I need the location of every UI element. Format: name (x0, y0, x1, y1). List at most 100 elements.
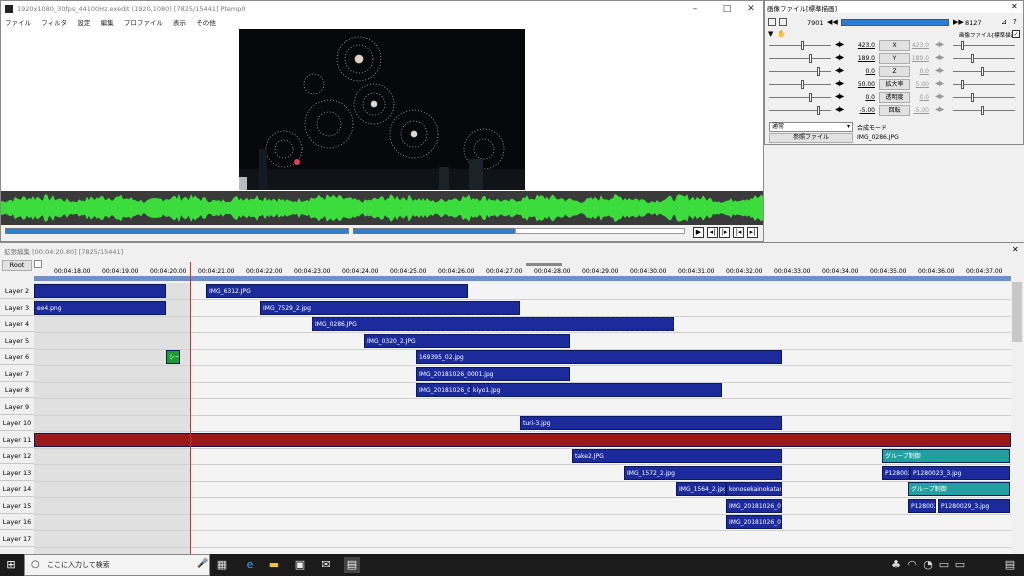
param-value-right[interactable]: 0.0 (905, 94, 929, 101)
layer-label[interactable]: Layer 5 (0, 332, 34, 349)
timeline-clip[interactable]: ee4.png (34, 300, 166, 315)
menu-other[interactable]: その他 (196, 17, 216, 29)
battery-icon[interactable]: ▭ (936, 557, 952, 573)
layer-label[interactable]: Layer 8 (0, 382, 34, 398)
param-slider-right[interactable] (953, 110, 1015, 111)
timeline-clip[interactable] (34, 432, 1011, 447)
param-slider-thumb-right[interactable] (981, 106, 984, 115)
close-icon[interactable]: ✕ (741, 3, 761, 15)
menu-settings[interactable]: 設定 (77, 17, 90, 29)
param-slider-left[interactable] (769, 58, 831, 59)
param-slider-left[interactable] (769, 71, 831, 72)
timeline-clip[interactable]: P128002 (882, 465, 910, 480)
timeline-clip[interactable]: IMG_6312.JPG (206, 284, 468, 298)
notification-icon[interactable]: ▤ (1002, 557, 1018, 573)
menu-view[interactable]: 表示 (173, 17, 186, 29)
timeline-clip[interactable]: グループ制御 (908, 482, 1010, 496)
param-value-left[interactable]: 0.0 (851, 68, 875, 75)
param-arrows-right[interactable]: ◀|▶ (935, 54, 944, 61)
layer-toggle-icon[interactable] (34, 260, 42, 268)
next-key-icon[interactable]: ▶▶ (953, 18, 964, 26)
param-arrows-right[interactable]: ◀|▶ (935, 41, 944, 48)
param-value-right[interactable]: 189.0 (905, 55, 929, 62)
aviutl-taskbar-icon[interactable]: ▤ (344, 557, 360, 573)
layer-label[interactable]: Layer 2 (0, 283, 34, 299)
frame-range-bar[interactable] (841, 19, 949, 26)
param-arrows-right[interactable]: ◀|▶ (935, 93, 944, 100)
main-titlebar[interactable]: 1920x1080_30fps_44100Hz.exedit (1920,108… (1, 1, 763, 17)
maximize-icon[interactable]: □ (717, 3, 737, 15)
layer-label[interactable]: Layer 6 (0, 349, 34, 365)
param-slider-thumb[interactable] (817, 67, 820, 76)
menu-edit[interactable]: 編集 (101, 17, 114, 29)
minimize-icon[interactable]: – (685, 3, 705, 15)
timeline-clip[interactable]: IMG_1572_2.jpg (624, 465, 782, 480)
layer-label[interactable]: Layer 17 (0, 530, 34, 547)
layer-label[interactable]: Layer 7 (0, 365, 34, 382)
edge-browser-icon[interactable]: e (242, 557, 258, 573)
param-value-left[interactable]: 0.0 (851, 94, 875, 101)
param-value-right[interactable]: 423.0 (905, 42, 929, 49)
go-start-icon[interactable]: |◂ (733, 227, 744, 238)
blend-mode-select[interactable]: 通常 ▾ (769, 122, 853, 132)
step-back-icon[interactable]: ◂| (707, 227, 718, 238)
param-value-left[interactable]: 423.0 (851, 42, 875, 49)
timeline-tickband[interactable] (34, 276, 1011, 281)
timeline-clip[interactable]: IMG_0286.JPG (312, 317, 674, 331)
param-arrows-right[interactable]: ◀|▶ (935, 80, 944, 87)
param-value-left[interactable]: 50.00 (851, 81, 875, 88)
param-slider-thumb[interactable] (809, 93, 812, 102)
param-value-right[interactable]: 5.00 (905, 81, 929, 88)
param-slider-left[interactable] (769, 97, 831, 98)
timeline-hscroll[interactable] (526, 263, 562, 266)
param-value-right[interactable]: -5.00 (905, 107, 929, 114)
mail-icon[interactable]: ✉ (318, 557, 334, 573)
timeline-clip[interactable]: kiyo1.jpg (470, 383, 722, 397)
param-slider-thumb[interactable] (801, 41, 804, 50)
network-icon[interactable]: ◠ (904, 557, 920, 573)
param-slider-left[interactable] (769, 45, 831, 46)
timeline-clip[interactable]: 169395_02.jpg (416, 350, 782, 364)
param-value-left[interactable]: 189.0 (851, 55, 875, 62)
layer-label[interactable]: Layer 14 (0, 481, 34, 497)
timeline-clip[interactable]: IMG_20181026_0001.jpg (416, 366, 570, 381)
timeline-vscroll[interactable] (1012, 282, 1022, 342)
close-icon[interactable]: ✕ (1011, 2, 1018, 11)
volume-icon[interactable]: ◔ (920, 557, 936, 573)
param-slider-left[interactable] (769, 84, 831, 85)
timeline-clip[interactable]: シー (166, 350, 180, 364)
playhead-cursor[interactable] (190, 262, 191, 554)
timeline-clip[interactable]: P1280029_3.jpg (938, 498, 1010, 513)
param-arrows-left[interactable]: ◀|▶ (835, 106, 844, 113)
timeline-tracks[interactable]: IMG_6312.JPG ee4.png IMG_7529_2.jpg IMG_028… (34, 283, 1011, 555)
seek-bar-right[interactable] (353, 228, 515, 234)
param-slider-thumb-right[interactable] (961, 80, 964, 89)
timeline-clip[interactable]: IMG_7529_2.jpg (260, 300, 520, 315)
param-value-left[interactable]: -5.00 (851, 107, 875, 114)
layer-label[interactable]: Layer 3 (0, 299, 34, 316)
layer-label[interactable]: Layer 4 (0, 316, 34, 332)
windows-start-icon[interactable]: ⊞ (3, 557, 19, 573)
prev-key-icon[interactable]: ◀◀ (827, 18, 838, 26)
file-explorer-icon[interactable]: ▬ (266, 557, 282, 573)
settings-titlebar[interactable]: 画像ファイル[標準描画] ✕ (765, 1, 1023, 13)
taskbar-search[interactable]: ○ ここに入力して検索 🎤 (24, 554, 210, 576)
timeline-clip[interactable]: IMG_20181026_0003 (726, 498, 782, 513)
timeline-clip[interactable]: P128002 (908, 498, 936, 513)
timeline-clip[interactable]: IMG_20181026_0002 (726, 515, 782, 529)
help-icon[interactable]: ? (1013, 18, 1017, 26)
timeline-clip[interactable]: グループ制御 (882, 449, 1010, 463)
seek-track-empty[interactable] (515, 228, 685, 234)
play-icon[interactable]: ▶ (693, 227, 704, 238)
hand-icon[interactable]: ✋ (777, 30, 786, 38)
param-arrows-right[interactable]: ◀|▶ (935, 106, 944, 113)
param-slider-right[interactable] (953, 58, 1015, 59)
close-icon[interactable]: ✕ (1012, 245, 1019, 254)
menu-filter[interactable]: フィルタ (41, 17, 67, 29)
seek-bar-left[interactable] (5, 228, 349, 234)
keyboard-icon[interactable]: ▭ (952, 557, 968, 573)
menu-profile[interactable]: プロファイル (124, 17, 163, 29)
root-button[interactable]: Root (2, 260, 32, 271)
layer-label[interactable]: Layer 13 (0, 464, 34, 481)
timeline-clip[interactable]: konosekainokatasu (726, 482, 782, 496)
